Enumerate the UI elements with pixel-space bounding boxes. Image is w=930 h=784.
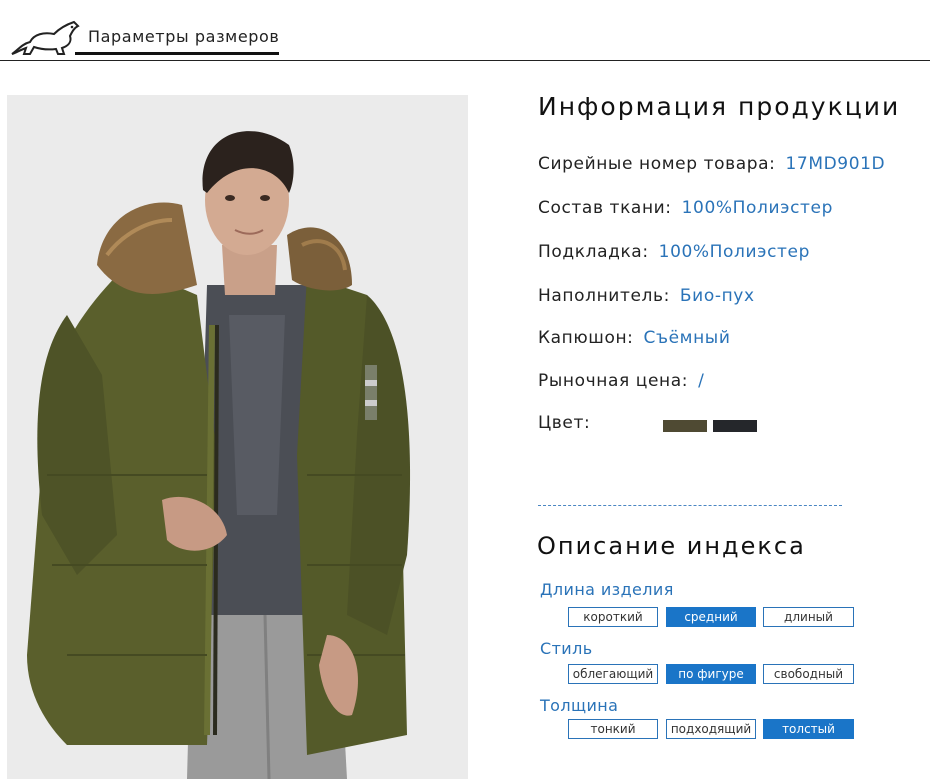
info-row-value: Съёмный bbox=[643, 328, 731, 348]
thickness-option-medium[interactable]: подходящий bbox=[666, 719, 756, 739]
info-row-sku: Сирейные номер товара: 17MD901D bbox=[538, 154, 885, 174]
info-row-label: Рыночная цена: bbox=[538, 371, 689, 391]
category-thickness-label: Толщина bbox=[540, 696, 619, 715]
info-row-filling: Наполнитель: Био-пух bbox=[538, 286, 755, 306]
color-swatch-black[interactable] bbox=[713, 420, 757, 432]
info-row-hood: Капюшон: Съёмный bbox=[538, 328, 730, 348]
info-row-value: 100%Полиэстер bbox=[658, 242, 810, 262]
category-length-label: Длина изделия bbox=[540, 580, 674, 599]
index-description-title: Описание индекса bbox=[537, 532, 806, 560]
info-row-value: 17MD901D bbox=[785, 154, 886, 174]
info-row-lining: Подкладка: 100%Полиэстер bbox=[538, 242, 810, 262]
info-row-label: Наполнитель: bbox=[538, 286, 670, 306]
style-option-fitted[interactable]: по фигуре bbox=[666, 664, 756, 684]
header-underline bbox=[75, 52, 279, 55]
product-photo bbox=[7, 95, 468, 779]
page-header: Параметры размеров bbox=[0, 0, 930, 64]
header-divider bbox=[0, 60, 930, 61]
product-info-title: Информация продукции bbox=[538, 92, 901, 121]
info-row-color: Цвет: bbox=[538, 413, 590, 433]
info-row-fabric: Состав ткани: 100%Полиэстер bbox=[538, 198, 833, 218]
bear-icon bbox=[11, 20, 80, 55]
length-option-short[interactable]: короткий bbox=[568, 607, 658, 627]
style-option-slim[interactable]: облегающий bbox=[568, 664, 658, 684]
info-row-label: Капюшон: bbox=[538, 328, 634, 348]
info-row-price: Рыночная цена: / bbox=[538, 371, 704, 391]
header-title: Параметры размеров bbox=[88, 27, 280, 46]
length-option-medium[interactable]: средний bbox=[666, 607, 756, 627]
thickness-option-thick[interactable]: толстый bbox=[763, 719, 854, 739]
info-row-value: 100%Полиэстер bbox=[681, 198, 833, 218]
thickness-option-thin[interactable]: тонкий bbox=[568, 719, 658, 739]
length-option-long[interactable]: длиный bbox=[763, 607, 854, 627]
color-swatch-olive[interactable] bbox=[663, 420, 707, 432]
info-row-value: Био-пух bbox=[679, 286, 755, 306]
info-row-value: / bbox=[698, 371, 705, 391]
color-label: Цвет: bbox=[538, 413, 591, 433]
info-row-label: Состав ткани: bbox=[538, 198, 672, 218]
info-row-label: Сирейные номер товара: bbox=[538, 154, 776, 174]
section-divider bbox=[538, 505, 842, 506]
style-option-loose[interactable]: свободный bbox=[763, 664, 854, 684]
info-row-label: Подкладка: bbox=[538, 242, 649, 262]
category-style-label: Стиль bbox=[540, 639, 593, 658]
